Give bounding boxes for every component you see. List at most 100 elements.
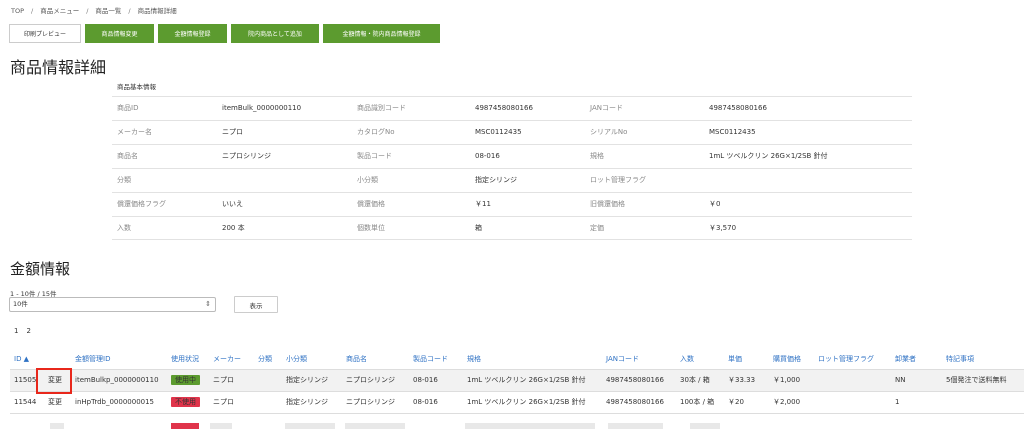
info-label: 規格 [590, 152, 604, 160]
cell-purchase-price: ￥2,000 [773, 398, 801, 406]
info-label: 小分類 [357, 176, 378, 184]
cell-unit-price: ￥33.33 [728, 376, 756, 384]
breadcrumb-product-menu[interactable]: 商品メニュー [40, 7, 79, 15]
info-value: 08-016 [475, 152, 500, 160]
cell-jan: 4987458080166 [606, 398, 664, 406]
column-header[interactable]: 入数 [680, 350, 694, 368]
info-label: カタログNo [357, 128, 395, 136]
breadcrumb-sep: / [86, 7, 89, 15]
column-header[interactable]: 卸業者 [895, 350, 916, 368]
info-value: ￥11 [475, 200, 491, 208]
info-value: MSC0112435 [709, 128, 756, 136]
price-table-header: ID ▲ 金額管理ID 使用状況 メーカー 分類 小分類 商品名 製品コード 規格 JANコード 入… [10, 350, 1024, 370]
cell-subcategory: 指定シリンジ [286, 398, 328, 406]
column-header[interactable]: 規格 [467, 350, 481, 368]
column-header[interactable]: 商品名 [346, 350, 367, 368]
price-table: ID ▲ 金額管理ID 使用状況 メーカー 分類 小分類 商品名 製品コード 規格 JANコード 入… [10, 350, 1024, 435]
price-info-title: 金額情報 [10, 260, 71, 278]
info-label: シリアルNo [590, 128, 628, 136]
info-label: 商品識別コード [357, 104, 406, 112]
register-price-and-inhouse-button[interactable]: 金額情報・院内商品情報登録 [323, 24, 440, 43]
cell-spec: 1mL ツベルクリン 26G×1/2SB 針付 [467, 398, 586, 406]
info-value: 指定シリンジ [475, 176, 517, 184]
column-header[interactable]: 小分類 [286, 350, 307, 368]
info-value: 4987458080166 [475, 104, 533, 112]
breadcrumb-current: 商品情報詳細 [137, 7, 177, 15]
page-1[interactable]: 1 [14, 327, 18, 335]
cell-unit-price: ￥20 [728, 398, 744, 406]
info-label: 製品コード [357, 152, 392, 160]
edit-link[interactable]: 変更 [48, 392, 62, 413]
column-header[interactable]: メーカー [213, 350, 241, 368]
cell-mgmt-id: itemBulkp_0000000110 [75, 376, 159, 384]
breadcrumb-top[interactable]: TOP [11, 7, 24, 15]
table-row[interactable]: 11505 itemBulkp_0000000110 ニプロ 指定シリンジ ニプロシリン… [10, 368, 1024, 394]
cell-mgmt-id: inHpTrdb_0000000015 [75, 398, 155, 406]
column-header[interactable]: JANコード [606, 350, 639, 368]
info-label: 旧償還価格 [590, 200, 625, 208]
sort-id-header[interactable]: ID ▲ [14, 350, 29, 368]
cell-purchase-price: ￥1,000 [773, 376, 801, 384]
cell-product-name: ニプロシリンジ [346, 398, 395, 406]
column-header[interactable]: 単価 [728, 350, 742, 368]
info-row: 商品ID itemBulk_0000000110 商品識別コード 4987458080… [112, 96, 912, 120]
cell-product-name: ニプロシリンジ [346, 376, 395, 384]
print-preview-button[interactable]: 印刷プレビュー [9, 24, 81, 43]
page-2[interactable]: 2 [26, 327, 30, 335]
page-size-select[interactable]: 10件 ⇕ [9, 297, 216, 312]
info-value: 1mL ツベルクリン 26G×1/2SB 針付 [709, 152, 828, 160]
cell-qty: 100本 / 箱 [680, 398, 715, 406]
info-label: 個数単位 [357, 224, 385, 232]
info-label: 商品名 [117, 152, 138, 160]
cell-code: 08-016 [413, 398, 438, 406]
info-label: 入数 [117, 224, 131, 232]
info-label: 分類 [117, 176, 131, 184]
column-header[interactable]: 購買価格 [773, 350, 801, 368]
add-inhouse-product-button[interactable]: 院内商品として追加 [231, 24, 319, 43]
cell-code: 08-016 [413, 376, 438, 384]
column-header[interactable]: 分類 [258, 350, 272, 368]
info-value: ￥0 [709, 200, 721, 208]
breadcrumb-sep: / [128, 7, 131, 15]
column-header[interactable]: 使用状況 [171, 350, 199, 368]
status-badge-label: 使用中 [171, 375, 200, 385]
cell-wholesaler: 1 [895, 398, 900, 406]
info-label: メーカー名 [117, 128, 152, 136]
basic-info-table: 商品基本情報 商品ID itemBulk_0000000110 商品識別コード 498… [112, 76, 912, 240]
table-row-partial [10, 414, 1024, 429]
info-row: 償還価格フラグ いいえ 償還価格 ￥11 旧償還価格 ￥0 [112, 192, 912, 216]
info-row: 入数 200 本 個数単位 箱 定価 ￥3,570 [112, 216, 912, 240]
action-toolbar: 印刷プレビュー 商品情報変更 金額情報登録 院内商品として追加 金額情報・院内商… [9, 24, 444, 43]
info-row: メーカー名 ニプロ カタログNo MSC0112435 シリアルNo MSC0112435 [112, 120, 912, 144]
page-title: 商品情報詳細 [10, 58, 107, 77]
breadcrumb-product-list[interactable]: 商品一覧 [95, 7, 121, 15]
column-header[interactable]: 特記事項 [946, 350, 974, 368]
info-value: いいえ [222, 200, 243, 208]
status-badge: 使用中 [171, 370, 200, 391]
cell-note: 5個発注で送料無料 [946, 376, 1007, 384]
info-label: ロット管理フラグ [590, 176, 646, 184]
info-label: 定価 [590, 224, 604, 232]
info-value: itemBulk_0000000110 [222, 104, 302, 112]
table-row[interactable]: 11544 inHpTrdb_0000000015 ニプロ 指定シリンジ ニプロシリンジ… [10, 392, 1024, 414]
pagination: 12 [14, 327, 39, 335]
info-value: MSC0112435 [475, 128, 522, 136]
show-button[interactable]: 表示 [234, 296, 278, 313]
column-header[interactable]: ロット管理フラグ [818, 350, 874, 368]
breadcrumb-sep: / [31, 7, 34, 15]
column-header[interactable]: 金額管理ID [75, 350, 110, 368]
info-row: 商品名 ニプロシリンジ 製品コード 08-016 規格 1mL ツベルクリン 26G×1/… [112, 144, 912, 168]
info-row: 分類 小分類 指定シリンジ ロット管理フラグ [112, 168, 912, 192]
edit-product-button[interactable]: 商品情報変更 [85, 24, 154, 43]
info-value: 200 本 [222, 224, 245, 232]
column-header[interactable]: 製品コード [413, 350, 448, 368]
info-label: 償還価格 [357, 200, 385, 208]
info-label: JANコード [590, 104, 623, 112]
info-value: ニプロシリンジ [222, 152, 271, 160]
page-size-value: 10件 [13, 300, 28, 308]
register-price-button[interactable]: 金額情報登録 [158, 24, 227, 43]
status-badge-label: 不使用 [171, 397, 200, 407]
basic-info-caption: 商品基本情報 [117, 83, 156, 91]
info-label: 商品ID [117, 104, 139, 112]
cell-maker: ニプロ [213, 398, 234, 406]
